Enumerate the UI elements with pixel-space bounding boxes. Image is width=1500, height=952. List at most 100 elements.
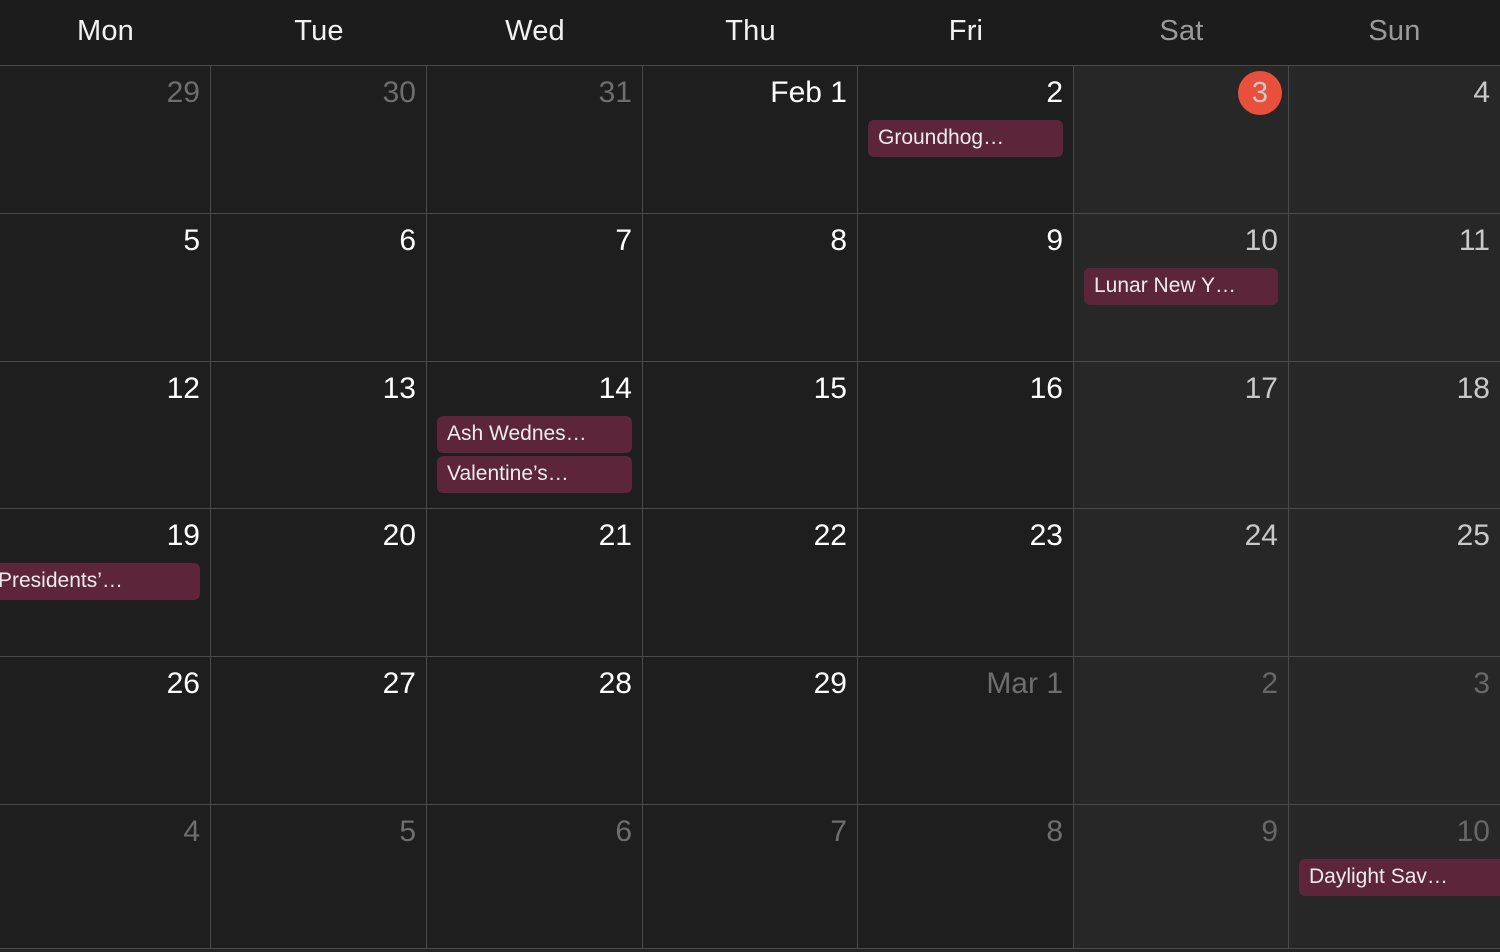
day-number[interactable]: 22 bbox=[814, 517, 847, 555]
day-number[interactable]: 10 bbox=[1457, 813, 1490, 851]
day-number[interactable]: 8 bbox=[830, 222, 847, 260]
day-cell[interactable]: 18 bbox=[1289, 361, 1500, 509]
day-number[interactable]: 10 bbox=[1245, 222, 1278, 260]
day-number[interactable]: 4 bbox=[183, 813, 200, 851]
event-pill[interactable]: Presidents’… bbox=[0, 563, 200, 601]
day-number[interactable]: 5 bbox=[399, 813, 416, 851]
day-cell[interactable]: 4 bbox=[1289, 66, 1500, 213]
day-cell[interactable]: 17 bbox=[1074, 361, 1289, 509]
day-cell[interactable]: 21 bbox=[427, 509, 643, 657]
day-cell[interactable]: 2 bbox=[1074, 657, 1289, 805]
day-number-row: 5 bbox=[10, 222, 200, 262]
day-cell[interactable]: 14 Ash Wednes… Valentine’s… bbox=[427, 361, 643, 509]
day-number[interactable]: 7 bbox=[615, 222, 632, 260]
day-cell[interactable]: 12 bbox=[0, 361, 211, 509]
day-number[interactable]: 7 bbox=[830, 813, 847, 851]
day-number-row: 8 bbox=[653, 222, 847, 262]
day-cell[interactable]: 16 bbox=[858, 361, 1074, 509]
day-cell[interactable]: 29 bbox=[0, 66, 211, 213]
event-pill[interactable]: Ash Wednes… bbox=[437, 415, 632, 453]
day-number[interactable]: 24 bbox=[1245, 517, 1278, 555]
day-number[interactable]: 29 bbox=[814, 665, 847, 703]
day-number[interactable]: 15 bbox=[814, 370, 847, 408]
day-number[interactable]: 26 bbox=[167, 665, 200, 703]
day-number-row: 16 bbox=[868, 370, 1063, 410]
day-cell[interactable]: 20 bbox=[211, 509, 427, 657]
day-number[interactable]: 30 bbox=[383, 74, 416, 112]
day-cell[interactable]: 22 bbox=[643, 509, 858, 657]
event-pill[interactable]: Valentine’s… bbox=[437, 455, 632, 493]
event-pill[interactable]: Lunar New Y… bbox=[1084, 267, 1278, 305]
day-cell[interactable]: 9 bbox=[1074, 805, 1289, 952]
day-cell[interactable]: 7 bbox=[427, 213, 643, 361]
day-number[interactable]: 6 bbox=[615, 813, 632, 851]
day-cell[interactable]: 13 bbox=[211, 361, 427, 509]
day-number[interactable]: 23 bbox=[1030, 517, 1063, 555]
day-cell[interactable]: 8 bbox=[858, 805, 1074, 952]
day-number-row: 12 bbox=[10, 370, 200, 410]
day-number[interactable]: 2 bbox=[1046, 74, 1063, 112]
day-cell[interactable]: 7 bbox=[643, 805, 858, 952]
day-cell[interactable]: 25 bbox=[1289, 509, 1500, 657]
day-number[interactable]: 29 bbox=[167, 74, 200, 112]
day-cell[interactable]: 3 bbox=[1289, 657, 1500, 805]
day-cell[interactable]: 29 bbox=[643, 657, 858, 805]
day-number[interactable]: 19 bbox=[167, 517, 200, 555]
day-cell[interactable]: Mar 1 bbox=[858, 657, 1074, 805]
day-cell[interactable]: 6 bbox=[427, 805, 643, 952]
day-cell[interactable]: 10 Daylight Sav… bbox=[1289, 805, 1500, 952]
day-number-row: 5 bbox=[221, 813, 416, 853]
day-number-row: 28 bbox=[437, 665, 632, 705]
day-cell[interactable]: 4 bbox=[0, 805, 211, 952]
day-number[interactable]: 6 bbox=[399, 222, 416, 260]
day-cell[interactable]: 28 bbox=[427, 657, 643, 805]
day-cell[interactable]: 27 bbox=[211, 657, 427, 805]
day-number[interactable]: 20 bbox=[383, 517, 416, 555]
day-number[interactable]: 31 bbox=[599, 74, 632, 112]
day-number[interactable]: 9 bbox=[1261, 813, 1278, 851]
day-number-row: 30 bbox=[221, 74, 416, 114]
today-day-number[interactable]: 3 bbox=[1238, 71, 1282, 115]
day-number[interactable]: 28 bbox=[599, 665, 632, 703]
day-cell[interactable]: 15 bbox=[643, 361, 858, 509]
day-number[interactable]: 18 bbox=[1457, 370, 1490, 408]
event-pill[interactable]: Groundhog… bbox=[868, 120, 1063, 157]
day-number[interactable]: 8 bbox=[1046, 813, 1063, 851]
day-number[interactable]: 17 bbox=[1245, 370, 1278, 408]
day-number[interactable]: 9 bbox=[1046, 222, 1063, 260]
day-number[interactable]: 5 bbox=[183, 222, 200, 260]
event-pill[interactable]: Daylight Sav… bbox=[1299, 859, 1500, 897]
day-number[interactable]: 2 bbox=[1261, 665, 1278, 703]
day-cell[interactable]: 5 bbox=[211, 805, 427, 952]
day-number[interactable]: 14 bbox=[599, 370, 632, 408]
day-cell[interactable]: 5 bbox=[0, 213, 211, 361]
day-cell[interactable]: 9 bbox=[858, 213, 1074, 361]
day-cell[interactable]: 2 Groundhog… bbox=[858, 66, 1074, 213]
day-number[interactable]: 3 bbox=[1473, 665, 1490, 703]
day-number-row: 27 bbox=[221, 665, 416, 705]
day-cell[interactable]: 31 bbox=[427, 66, 643, 213]
day-cell[interactable]: 23 bbox=[858, 509, 1074, 657]
day-cell[interactable]: Feb 1 bbox=[643, 66, 858, 213]
day-events: Ash Wednes… Valentine’s… bbox=[437, 415, 632, 493]
day-number[interactable]: 25 bbox=[1457, 517, 1490, 555]
day-cell[interactable]: 26 bbox=[0, 657, 211, 805]
day-number[interactable]: 21 bbox=[599, 517, 632, 555]
day-cell[interactable]: 24 bbox=[1074, 509, 1289, 657]
day-cell[interactable]: 6 bbox=[211, 213, 427, 361]
day-number[interactable]: Feb 1 bbox=[770, 74, 847, 112]
day-cell[interactable]: 30 bbox=[211, 66, 427, 213]
day-number[interactable]: Mar 1 bbox=[986, 665, 1063, 703]
day-number[interactable]: 27 bbox=[383, 665, 416, 703]
day-cell[interactable]: 11 bbox=[1289, 213, 1500, 361]
day-cell[interactable]: 10 Lunar New Y… bbox=[1074, 213, 1289, 361]
day-number[interactable]: 12 bbox=[167, 370, 200, 408]
day-number[interactable]: 11 bbox=[1459, 222, 1490, 260]
day-number[interactable]: 13 bbox=[383, 370, 416, 408]
day-cell[interactable]: 8 bbox=[643, 213, 858, 361]
day-cell[interactable]: 3 bbox=[1074, 66, 1289, 213]
day-cell[interactable]: 19 Presidents’… bbox=[0, 509, 211, 657]
weekday-header-row: Mon Tue Wed Thu Fri Sat Sun bbox=[0, 0, 1500, 66]
day-number[interactable]: 16 bbox=[1030, 370, 1063, 408]
day-number[interactable]: 4 bbox=[1473, 74, 1490, 112]
